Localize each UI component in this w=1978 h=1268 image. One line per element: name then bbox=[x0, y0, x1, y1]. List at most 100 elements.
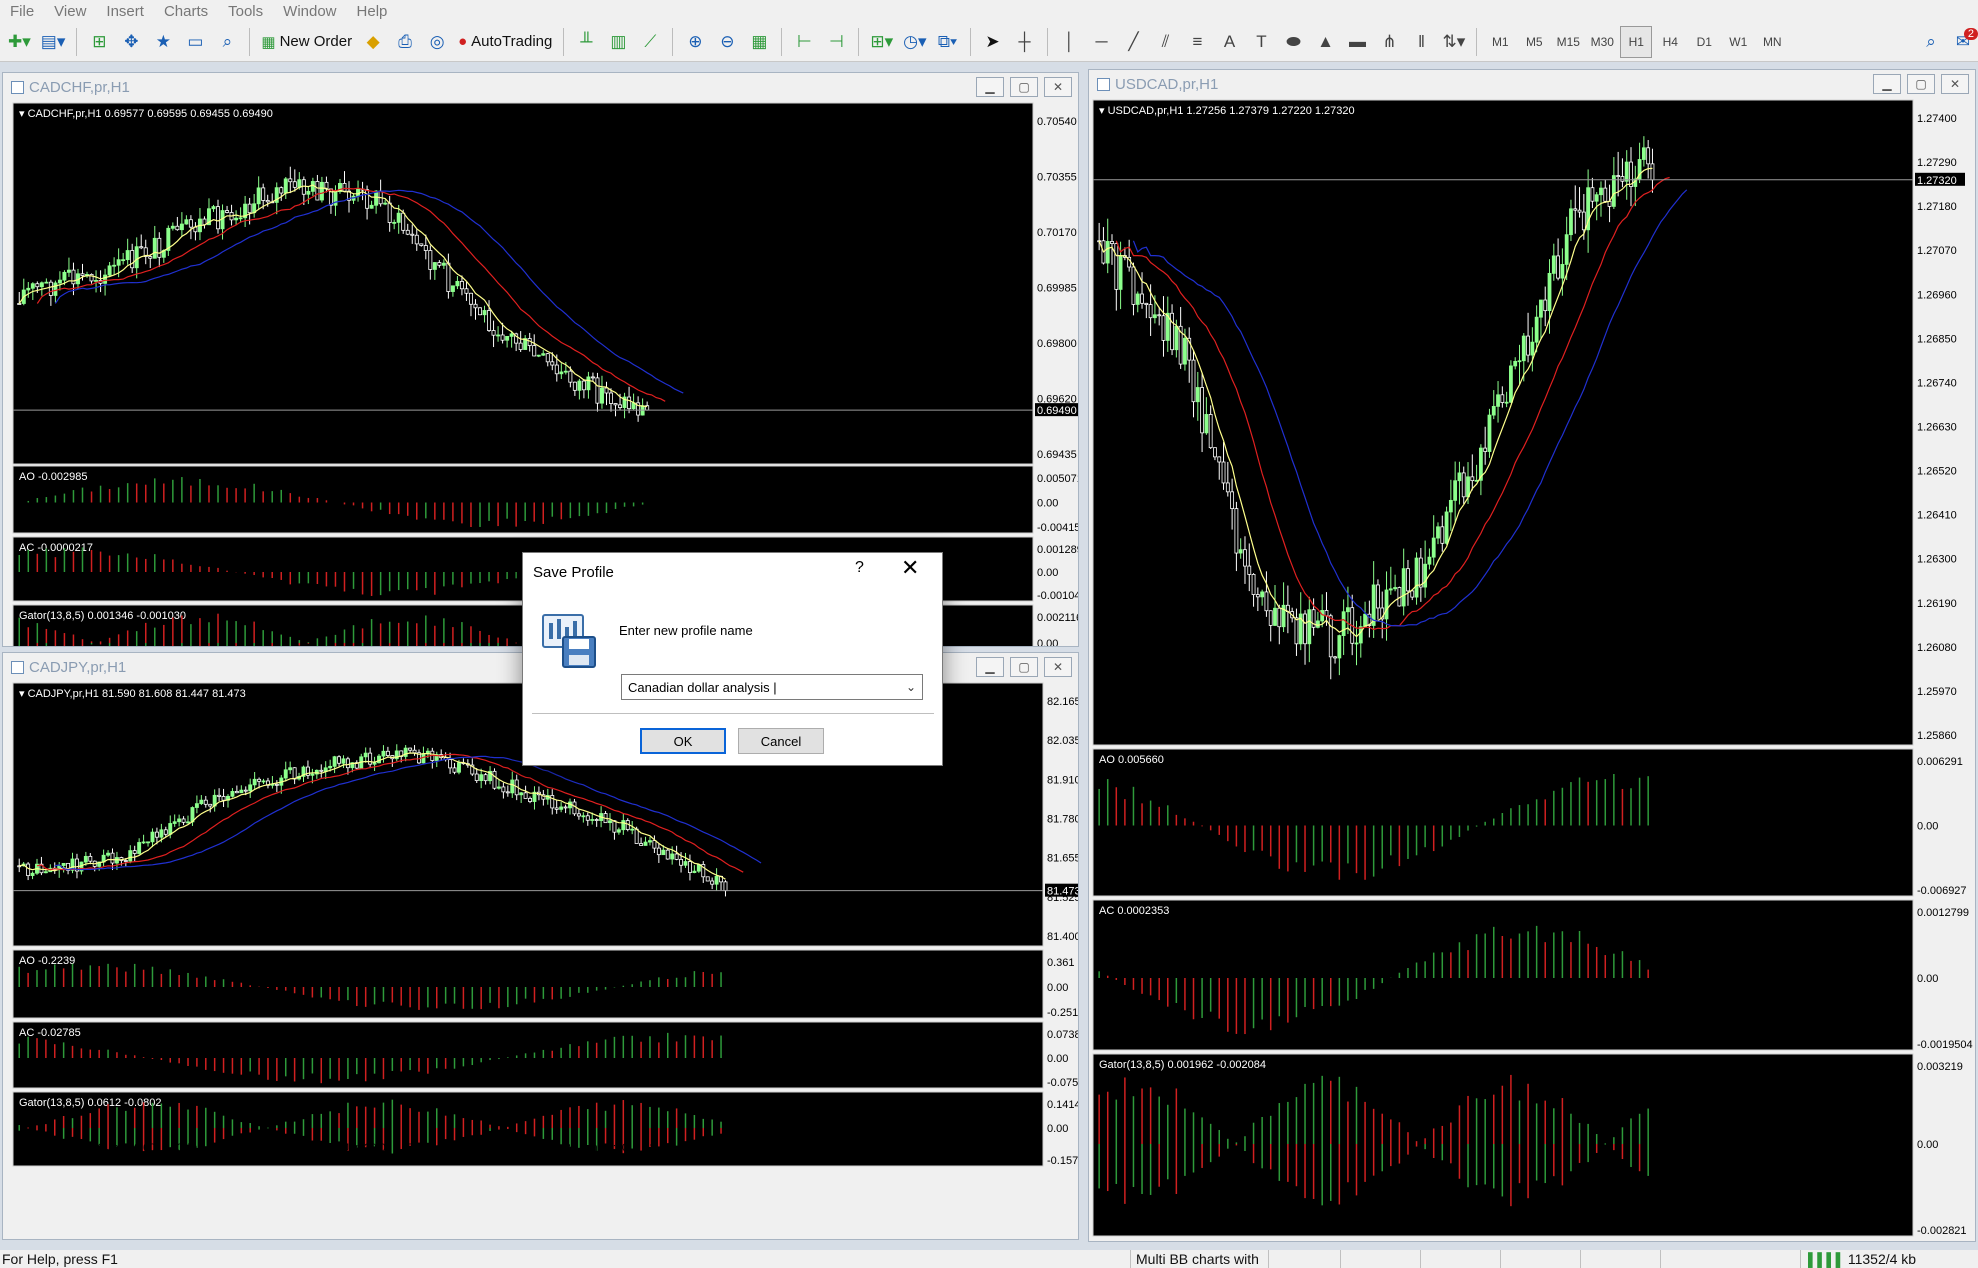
metaeditor-icon[interactable]: ◆ bbox=[358, 26, 388, 58]
auto-scroll-icon[interactable]: ⊢ bbox=[789, 26, 819, 58]
profiles-icon[interactable]: ▤▾ bbox=[37, 26, 70, 58]
menu-window[interactable]: Window bbox=[273, 3, 346, 20]
menu-file[interactable]: File bbox=[0, 3, 44, 20]
timeframe-mn[interactable]: MN bbox=[1756, 26, 1788, 58]
timeframe-w1[interactable]: W1 bbox=[1722, 26, 1754, 58]
profile-name-input[interactable]: Canadian dollar analysis | bbox=[622, 680, 900, 695]
profile-icon bbox=[541, 613, 599, 673]
notifications-icon[interactable]: ✉ 2 bbox=[1948, 26, 1978, 58]
maximize-button[interactable]: ▢ bbox=[1010, 657, 1038, 677]
text-icon[interactable]: A bbox=[1215, 26, 1245, 58]
indicators-icon[interactable]: ⊞▾ bbox=[866, 26, 897, 58]
timeframe-d1[interactable]: D1 bbox=[1688, 26, 1720, 58]
candle-body bbox=[256, 187, 261, 205]
candle-body bbox=[62, 271, 67, 281]
candle-body bbox=[599, 387, 604, 404]
zoom-out-icon[interactable]: ⊖ bbox=[712, 26, 742, 58]
chart-window-title: CADCHF,pr,H1 bbox=[29, 78, 130, 96]
strategy-tester-icon[interactable]: ⌕ bbox=[212, 26, 242, 58]
trendline-icon[interactable]: ╱ bbox=[1119, 26, 1149, 58]
market-watch-icon[interactable]: ⊞ bbox=[84, 26, 114, 58]
chart-window-titlebar[interactable]: CADCHF,pr,H1 ▁ ▢ ✕ bbox=[3, 73, 1078, 101]
price-axis-label: 1.25860 bbox=[1917, 730, 1957, 742]
close-button[interactable]: ✕ bbox=[1044, 657, 1072, 677]
fib-fan-icon[interactable]: ⋔ bbox=[1375, 26, 1405, 58]
close-button[interactable]: ✕ bbox=[1941, 74, 1969, 94]
horizontal-line-icon[interactable]: ─ bbox=[1087, 26, 1117, 58]
candle-body bbox=[345, 758, 350, 769]
help-button[interactable]: ? bbox=[855, 559, 864, 577]
timeframe-m15[interactable]: M15 bbox=[1552, 26, 1584, 58]
channel-icon[interactable]: ⫽ bbox=[1151, 26, 1181, 58]
crosshair-icon[interactable]: ┼ bbox=[1010, 26, 1040, 58]
candle-body bbox=[1543, 299, 1548, 312]
bar-chart-icon[interactable]: ╨ bbox=[571, 26, 601, 58]
fibonacci-icon[interactable]: ≡ bbox=[1183, 26, 1213, 58]
chart-symbol-header: ▾ USDCAD,pr,H1 1.27256 1.27379 1.27220 1… bbox=[1099, 105, 1355, 117]
vps-icon[interactable]: ◎ bbox=[422, 26, 452, 58]
candle-body bbox=[199, 799, 204, 805]
minimize-button[interactable]: ▁ bbox=[976, 657, 1004, 677]
vertical-line-icon[interactable]: │ bbox=[1055, 26, 1085, 58]
menu-help[interactable]: Help bbox=[347, 3, 398, 20]
maximize-button[interactable]: ▢ bbox=[1010, 77, 1038, 97]
rectangle-icon[interactable]: ▬ bbox=[1343, 26, 1373, 58]
tile-windows-icon[interactable]: ▦ bbox=[744, 26, 774, 58]
cancel-button[interactable]: Cancel bbox=[738, 728, 824, 754]
close-button[interactable]: ✕ bbox=[1044, 77, 1072, 97]
line-chart-icon[interactable]: ⟋ bbox=[635, 26, 665, 58]
save-profile-dialog[interactable]: Save Profile ? ✕ Enter new profile name … bbox=[522, 552, 943, 766]
candle-body bbox=[1594, 194, 1599, 202]
navigator-icon[interactable]: ★ bbox=[148, 26, 178, 58]
menu-insert[interactable]: Insert bbox=[96, 3, 154, 20]
arrows-icon[interactable]: ⇅▾ bbox=[1439, 26, 1470, 58]
signals-icon[interactable]: ⎙ bbox=[390, 26, 420, 58]
chart-window-usdcad[interactable]: USDCAD,pr,H1 ▁ ▢ ✕ 1.27400 1.27290 1.27180… bbox=[1088, 69, 1976, 1242]
timeframe-m5[interactable]: M5 bbox=[1518, 26, 1550, 58]
menu-charts[interactable]: Charts bbox=[154, 3, 218, 20]
timeframe-h4[interactable]: H4 bbox=[1654, 26, 1686, 58]
chart-canvas-usdcad[interactable]: 1.27400 1.27290 1.27180 1.27070 1.26960 1.268… bbox=[1089, 98, 1975, 1241]
candle-body bbox=[1573, 208, 1578, 211]
chart-shift-icon[interactable]: ⊣ bbox=[821, 26, 851, 58]
periods-icon[interactable]: ◷▾ bbox=[899, 26, 930, 58]
candle-body bbox=[385, 750, 390, 756]
chart-window-titlebar[interactable]: USDCAD,pr,H1 ▁ ▢ ✕ bbox=[1089, 70, 1975, 98]
gann-icon[interactable]: ‖ bbox=[1407, 26, 1437, 58]
profile-name-combobox[interactable]: Canadian dollar analysis | ⌄ bbox=[621, 674, 923, 700]
candlestick-icon[interactable]: ▥ bbox=[603, 26, 633, 58]
time-axis-label: 21 Jan 20:00 bbox=[565, 1142, 629, 1154]
new-order-button[interactable]: ▦ New Order bbox=[257, 26, 356, 58]
triangle-icon[interactable]: ▲ bbox=[1311, 26, 1341, 58]
menu-tools[interactable]: Tools bbox=[218, 3, 273, 20]
text-label-icon[interactable]: T bbox=[1247, 26, 1277, 58]
timeframe-m30[interactable]: M30 bbox=[1586, 26, 1618, 58]
candle-body bbox=[1157, 314, 1162, 317]
indicator-axis-label: -0.0019504 bbox=[1917, 1039, 1973, 1051]
zoom-in-icon[interactable]: ⊕ bbox=[680, 26, 710, 58]
data-window-icon[interactable]: ✥ bbox=[116, 26, 146, 58]
close-button[interactable]: ✕ bbox=[901, 555, 919, 581]
timeframe-m1[interactable]: M1 bbox=[1484, 26, 1516, 58]
minimize-button[interactable]: ▁ bbox=[1873, 74, 1901, 94]
minimize-button[interactable]: ▁ bbox=[976, 77, 1004, 97]
candle-body bbox=[457, 762, 461, 773]
chevron-down-icon[interactable]: ⌄ bbox=[900, 680, 922, 694]
autotrading-button[interactable]: ● AutoTrading bbox=[454, 26, 556, 58]
candle-body bbox=[1616, 175, 1621, 177]
terminal-icon[interactable]: ▭ bbox=[180, 26, 210, 58]
time-axis-label: 22 Jan 20:00 bbox=[801, 1142, 865, 1154]
search-icon[interactable]: ⌕ bbox=[1916, 26, 1946, 58]
templates-icon[interactable]: ⧉▾ bbox=[933, 26, 963, 58]
maximize-button[interactable]: ▢ bbox=[1907, 74, 1935, 94]
menu-view[interactable]: View bbox=[44, 3, 96, 20]
candle-body bbox=[1234, 508, 1239, 554]
candle-body bbox=[1307, 609, 1312, 645]
cursor-icon[interactable]: ➤ bbox=[978, 26, 1008, 58]
ok-button[interactable]: OK bbox=[640, 728, 726, 754]
ellipse-icon[interactable]: ⬬ bbox=[1279, 26, 1309, 58]
new-chart-icon[interactable]: ✚▾ bbox=[4, 26, 35, 58]
price-axis-label: 1.25970 bbox=[1917, 686, 1957, 698]
timeframe-h1[interactable]: H1 bbox=[1620, 25, 1653, 58]
dialog-prompt: Enter new profile name bbox=[619, 623, 753, 638]
